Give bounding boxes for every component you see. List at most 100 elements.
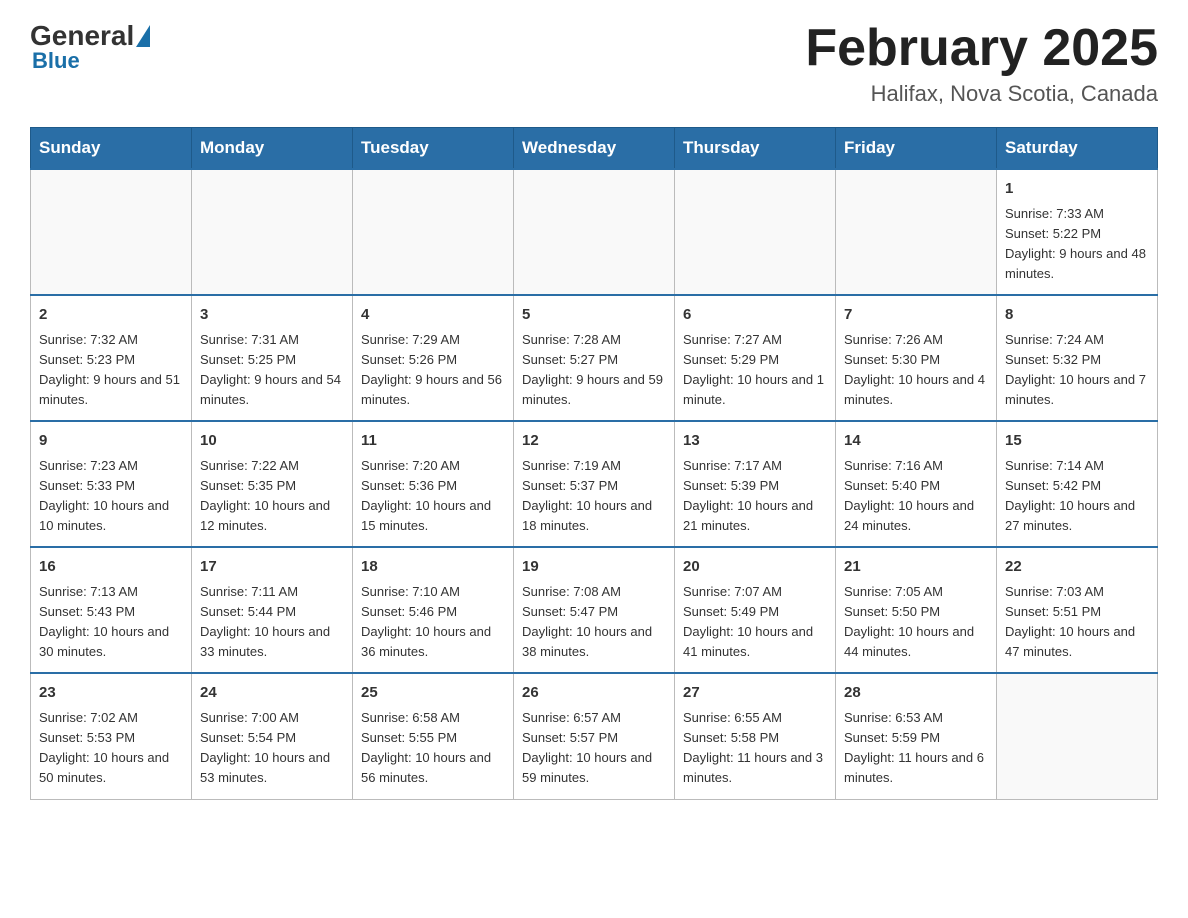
calendar-day-cell: 4 Sunrise: 7:29 AM Sunset: 5:26 PM Daylig… <box>353 295 514 421</box>
day-number: 6 <box>683 304 827 327</box>
day-info: Sunrise: 7:22 AM Sunset: 5:35 PM Dayligh… <box>200 456 344 537</box>
day-info: Sunrise: 7:02 AM Sunset: 5:53 PM Dayligh… <box>39 708 183 789</box>
calendar-day-cell: 6 Sunrise: 7:27 AM Sunset: 5:29 PM Daylig… <box>675 295 836 421</box>
day-number: 22 <box>1005 556 1149 579</box>
day-number: 24 <box>200 682 344 705</box>
day-number: 14 <box>844 430 988 453</box>
calendar-day-cell: 10 Sunrise: 7:22 AM Sunset: 5:35 PM Dayli… <box>192 421 353 547</box>
day-info: Sunrise: 6:58 AM Sunset: 5:55 PM Dayligh… <box>361 708 505 789</box>
day-info: Sunrise: 6:55 AM Sunset: 5:58 PM Dayligh… <box>683 708 827 789</box>
day-info: Sunrise: 7:05 AM Sunset: 5:50 PM Dayligh… <box>844 582 988 663</box>
day-number: 15 <box>1005 430 1149 453</box>
column-header-friday: Friday <box>836 128 997 170</box>
calendar-day-cell <box>836 169 997 295</box>
month-title: February 2025 <box>805 20 1158 77</box>
day-info: Sunrise: 6:57 AM Sunset: 5:57 PM Dayligh… <box>522 708 666 789</box>
calendar-day-cell: 24 Sunrise: 7:00 AM Sunset: 5:54 PM Dayli… <box>192 673 353 799</box>
calendar-day-cell: 5Sunrise: 7:28 AM Sunset: 5:27 PM Daylig… <box>514 295 675 421</box>
day-number: 16 <box>39 556 183 579</box>
day-number: 20 <box>683 556 827 579</box>
location-subtitle: Halifax, Nova Scotia, Canada <box>805 81 1158 107</box>
calendar-week-row: 2 Sunrise: 7:32 AM Sunset: 5:23 PM Daylig… <box>31 295 1158 421</box>
day-info: Sunrise: 7:26 AM Sunset: 5:30 PM Dayligh… <box>844 330 988 411</box>
calendar-day-cell: 18 Sunrise: 7:10 AM Sunset: 5:46 PM Dayli… <box>353 547 514 673</box>
day-info: Sunrise: 7:23 AM Sunset: 5:33 PM Dayligh… <box>39 456 183 537</box>
day-info: Sunrise: 7:27 AM Sunset: 5:29 PM Dayligh… <box>683 330 827 411</box>
day-info: Sunrise: 7:03 AM Sunset: 5:51 PM Dayligh… <box>1005 582 1149 663</box>
day-number: 26 <box>522 682 666 705</box>
day-number: 25 <box>361 682 505 705</box>
calendar-day-cell: 22 Sunrise: 7:03 AM Sunset: 5:51 PM Dayli… <box>997 547 1158 673</box>
calendar-day-cell: 21 Sunrise: 7:05 AM Sunset: 5:50 PM Dayli… <box>836 547 997 673</box>
calendar-day-cell <box>192 169 353 295</box>
day-info: Sunrise: 7:19 AM Sunset: 5:37 PM Dayligh… <box>522 456 666 537</box>
calendar-day-cell <box>675 169 836 295</box>
day-info: Sunrise: 6:53 AM Sunset: 5:59 PM Dayligh… <box>844 708 988 789</box>
day-number: 9 <box>39 430 183 453</box>
calendar-day-cell: 12 Sunrise: 7:19 AM Sunset: 5:37 PM Dayli… <box>514 421 675 547</box>
day-number: 21 <box>844 556 988 579</box>
day-info: Sunrise: 7:28 AM Sunset: 5:27 PM Dayligh… <box>522 330 666 411</box>
calendar-day-cell: 16 Sunrise: 7:13 AM Sunset: 5:43 PM Dayli… <box>31 547 192 673</box>
day-info: Sunrise: 7:10 AM Sunset: 5:46 PM Dayligh… <box>361 582 505 663</box>
calendar-day-cell: 14 Sunrise: 7:16 AM Sunset: 5:40 PM Dayli… <box>836 421 997 547</box>
calendar-day-cell <box>31 169 192 295</box>
logo: General Blue <box>30 20 152 74</box>
day-number: 2 <box>39 304 183 327</box>
calendar-header-row: SundayMondayTuesdayWednesdayThursdayFrid… <box>31 128 1158 170</box>
calendar-day-cell: 23Sunrise: 7:02 AM Sunset: 5:53 PM Dayli… <box>31 673 192 799</box>
calendar-day-cell: 13 Sunrise: 7:17 AM Sunset: 5:39 PM Dayli… <box>675 421 836 547</box>
day-number: 27 <box>683 682 827 705</box>
day-info: Sunrise: 7:07 AM Sunset: 5:49 PM Dayligh… <box>683 582 827 663</box>
calendar-day-cell: 28Sunrise: 6:53 AM Sunset: 5:59 PM Dayli… <box>836 673 997 799</box>
day-number: 12 <box>522 430 666 453</box>
day-number: 17 <box>200 556 344 579</box>
day-number: 13 <box>683 430 827 453</box>
day-info: Sunrise: 7:17 AM Sunset: 5:39 PM Dayligh… <box>683 456 827 537</box>
calendar-week-row: 23Sunrise: 7:02 AM Sunset: 5:53 PM Dayli… <box>31 673 1158 799</box>
column-header-wednesday: Wednesday <box>514 128 675 170</box>
column-header-thursday: Thursday <box>675 128 836 170</box>
day-number: 18 <box>361 556 505 579</box>
day-info: Sunrise: 7:33 AM Sunset: 5:22 PM Dayligh… <box>1005 204 1149 285</box>
day-info: Sunrise: 7:29 AM Sunset: 5:26 PM Dayligh… <box>361 330 505 411</box>
calendar-day-cell: 15 Sunrise: 7:14 AM Sunset: 5:42 PM Dayli… <box>997 421 1158 547</box>
calendar-day-cell: 8 Sunrise: 7:24 AM Sunset: 5:32 PM Daylig… <box>997 295 1158 421</box>
title-block: February 2025 Halifax, Nova Scotia, Cana… <box>805 20 1158 107</box>
calendar-day-cell <box>997 673 1158 799</box>
day-info: Sunrise: 7:31 AM Sunset: 5:25 PM Dayligh… <box>200 330 344 411</box>
day-info: Sunrise: 7:16 AM Sunset: 5:40 PM Dayligh… <box>844 456 988 537</box>
day-number: 11 <box>361 430 505 453</box>
logo-triangle-icon <box>136 25 150 47</box>
day-number: 4 <box>361 304 505 327</box>
day-info: Sunrise: 7:32 AM Sunset: 5:23 PM Dayligh… <box>39 330 183 411</box>
calendar-day-cell: 27 Sunrise: 6:55 AM Sunset: 5:58 PM Dayli… <box>675 673 836 799</box>
day-info: Sunrise: 7:14 AM Sunset: 5:42 PM Dayligh… <box>1005 456 1149 537</box>
calendar-week-row: 16 Sunrise: 7:13 AM Sunset: 5:43 PM Dayli… <box>31 547 1158 673</box>
calendar-day-cell: 26 Sunrise: 6:57 AM Sunset: 5:57 PM Dayli… <box>514 673 675 799</box>
calendar-day-cell <box>514 169 675 295</box>
column-header-sunday: Sunday <box>31 128 192 170</box>
day-number: 1 <box>1005 178 1149 201</box>
day-info: Sunrise: 7:13 AM Sunset: 5:43 PM Dayligh… <box>39 582 183 663</box>
calendar-day-cell: 3 Sunrise: 7:31 AM Sunset: 5:25 PM Daylig… <box>192 295 353 421</box>
logo-blue-text: Blue <box>30 48 80 74</box>
day-info: Sunrise: 7:08 AM Sunset: 5:47 PM Dayligh… <box>522 582 666 663</box>
calendar-day-cell: 7 Sunrise: 7:26 AM Sunset: 5:30 PM Daylig… <box>836 295 997 421</box>
day-number: 7 <box>844 304 988 327</box>
column-header-tuesday: Tuesday <box>353 128 514 170</box>
column-header-monday: Monday <box>192 128 353 170</box>
calendar-day-cell: 11 Sunrise: 7:20 AM Sunset: 5:36 PM Dayli… <box>353 421 514 547</box>
day-number: 10 <box>200 430 344 453</box>
calendar-day-cell: 17Sunrise: 7:11 AM Sunset: 5:44 PM Dayli… <box>192 547 353 673</box>
calendar-day-cell: 1 Sunrise: 7:33 AM Sunset: 5:22 PM Daylig… <box>997 169 1158 295</box>
day-info: Sunrise: 7:00 AM Sunset: 5:54 PM Dayligh… <box>200 708 344 789</box>
day-info: Sunrise: 7:20 AM Sunset: 5:36 PM Dayligh… <box>361 456 505 537</box>
page-header: General Blue February 2025 Halifax, Nova… <box>30 20 1158 107</box>
day-number: 19 <box>522 556 666 579</box>
day-number: 3 <box>200 304 344 327</box>
column-header-saturday: Saturday <box>997 128 1158 170</box>
calendar-day-cell: 19 Sunrise: 7:08 AM Sunset: 5:47 PM Dayli… <box>514 547 675 673</box>
day-number: 8 <box>1005 304 1149 327</box>
day-info: Sunrise: 7:24 AM Sunset: 5:32 PM Dayligh… <box>1005 330 1149 411</box>
